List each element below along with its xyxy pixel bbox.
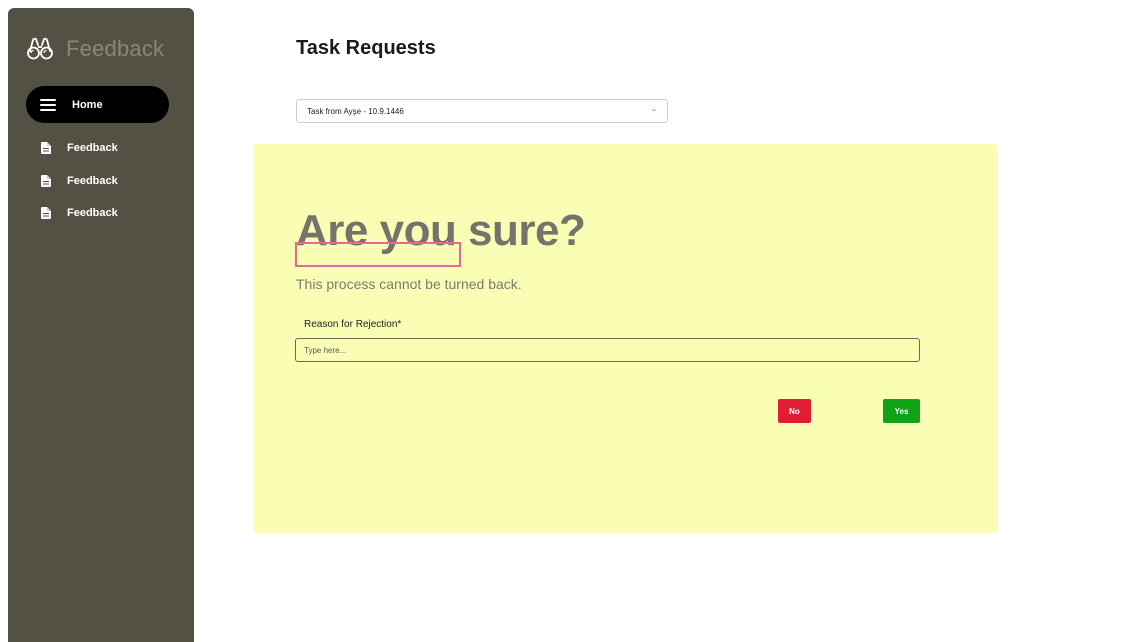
yes-button[interactable]: Yes	[883, 399, 920, 423]
sidebar-item-home[interactable]: Home	[26, 86, 169, 123]
no-button[interactable]: No	[778, 399, 811, 423]
highlight-box	[295, 242, 461, 267]
brand-label: Feedback	[66, 36, 165, 61]
sidebar-item-label: Feedback	[67, 207, 118, 219]
sidebar-item-feedback-1[interactable]: Feedback	[41, 142, 118, 154]
sidebar: Feedback Home Feedback Feedback Feedback	[8, 8, 194, 642]
sidebar-item-feedback-2[interactable]: Feedback	[41, 175, 118, 187]
sidebar-item-feedback-3[interactable]: Feedback	[41, 207, 118, 219]
task-select-value: Task from Ayşe - 10.9.1446	[307, 106, 404, 116]
document-icon	[41, 207, 51, 219]
menu-icon	[40, 98, 56, 111]
document-icon	[41, 175, 51, 187]
dialog-message: This process cannot be turned back.	[296, 276, 522, 292]
document-icon	[41, 142, 51, 154]
confirm-dialog: Are you sure? This process cannot be tur…	[253, 144, 998, 533]
chevron-down-icon	[651, 108, 657, 112]
reason-label: Reason for Rejection*	[304, 319, 402, 330]
task-select[interactable]: Task from Ayşe - 10.9.1446	[296, 99, 668, 123]
brand[interactable]: Feedback	[26, 36, 164, 62]
reason-input[interactable]	[295, 338, 920, 362]
sidebar-item-label: Home	[72, 98, 103, 111]
page-title: Task Requests	[296, 37, 436, 59]
binoculars-icon	[27, 37, 53, 60]
sidebar-item-label: Feedback	[67, 142, 118, 154]
sidebar-item-label: Feedback	[67, 175, 118, 187]
